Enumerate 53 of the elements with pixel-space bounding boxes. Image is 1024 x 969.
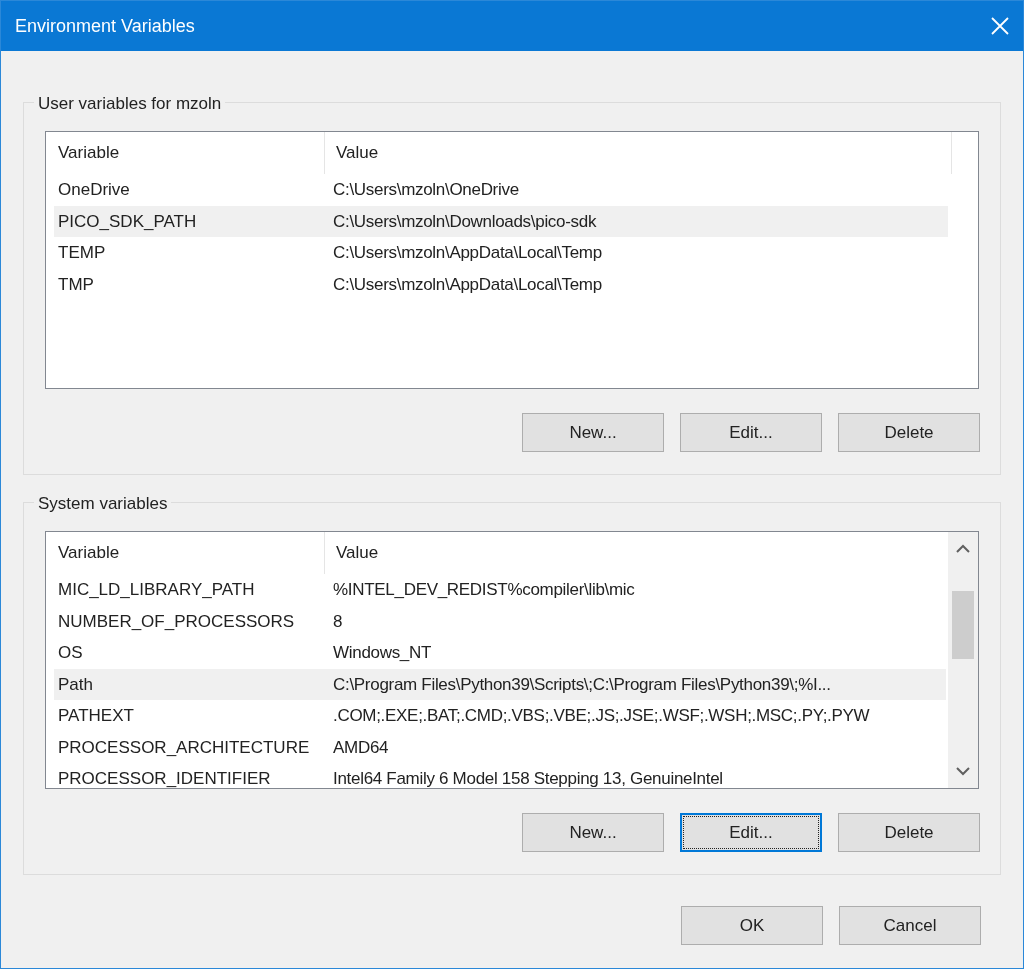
variable-name: PATHEXT xyxy=(57,705,135,727)
list-action-button[interactable]: New... xyxy=(522,813,664,852)
variable-name: PROCESSOR_ARCHITECTURE xyxy=(57,736,311,759)
variable-value: C:\Users\mzoln\OneDrive xyxy=(333,179,519,201)
variable-value: AMD64 xyxy=(333,736,389,759)
variables-list[interactable] xyxy=(45,531,979,789)
variable-row[interactable]: MIC_LD_LIBRARY_PATH %INTEL_DEV_REDIST%compiler\lib\mic xyxy=(54,574,946,606)
variable-row[interactable]: PATHEXT .COM;.EXE;.BAT;.CMD;.VBS;.VBE;.JS;.JSE;.WSF;.WSH;.MSC;.PY;.PYW xyxy=(54,700,946,732)
scroll-thumb[interactable] xyxy=(952,591,974,659)
close-icon xyxy=(991,17,1009,35)
variable-value: C:\Users\mzoln\AppData\Local\Temp xyxy=(333,273,602,296)
variable-name: OneDrive xyxy=(57,179,131,201)
variable-row[interactable]: PROCESSOR_ARCHITECTURE AMD64 xyxy=(54,731,946,763)
variable-row[interactable]: TMP C:\Users\mzoln\AppData\Local\Temp xyxy=(54,268,948,300)
variable-row[interactable]: Path C:\Program Files\Python39\Scripts\;C:\Program Files\Python39\;%I... xyxy=(54,668,946,700)
scrollbar[interactable] xyxy=(948,532,978,788)
variable-name: PROCESSOR_IDENTIFIER xyxy=(57,768,272,788)
variable-value: C:\Users\mzoln\AppData\Local\Temp xyxy=(333,242,602,264)
variable-row[interactable]: PICO_SDK_PATH C:\Users\mzoln\Downloads\pico-sdk xyxy=(54,205,948,237)
list-action-button[interactable]: Delete xyxy=(838,413,980,452)
variable-name: TEMP xyxy=(57,242,107,264)
dialog-button[interactable]: Cancel xyxy=(839,906,981,945)
variable-value: %INTEL_DEV_REDIST%compiler\lib\mic xyxy=(333,579,635,601)
variable-name: PICO_SDK_PATH xyxy=(57,210,198,233)
variable-name: OS xyxy=(57,642,84,664)
variable-row[interactable]: PROCESSOR_IDENTIFIER Intel64 Family 6 Model 158 Stepping 13, GenuineIntel xyxy=(54,763,946,788)
variable-name: Path xyxy=(57,673,94,696)
column-header[interactable]: Value xyxy=(325,132,952,174)
variable-row[interactable]: OS Windows_NT xyxy=(54,637,946,669)
variable-value: C:\Users\mzoln\Downloads\pico-sdk xyxy=(333,210,597,233)
variable-value: Intel64 Family 6 Model 158 Stepping 13, GenuineIntel xyxy=(333,768,723,788)
variable-name: MIC_LD_LIBRARY_PATH xyxy=(57,579,256,601)
variable-name: TMP xyxy=(57,273,95,296)
variable-value: 8 xyxy=(333,610,343,633)
scroll-down-icon[interactable] xyxy=(956,767,970,776)
list-action-button[interactable]: Delete xyxy=(838,813,980,852)
list-action-button[interactable]: Edit... xyxy=(680,413,822,452)
variable-row[interactable]: OneDrive C:\Users\mzoln\OneDrive xyxy=(54,174,948,206)
list-action-button[interactable]: New... xyxy=(522,413,664,452)
column-header[interactable]: Variable xyxy=(46,132,325,174)
variable-value: Windows_NT xyxy=(333,642,432,664)
scroll-up-icon[interactable] xyxy=(956,544,970,553)
variable-row[interactable]: NUMBER_OF_PROCESSORS 8 xyxy=(54,605,946,637)
variable-value: .COM;.EXE;.BAT;.CMD;.VBS;.VBE;.JS;.JSE;.WSF;.WSH;.MSC;.PY;.PYW xyxy=(333,705,870,727)
variable-value: C:\Program Files\Python39\Scripts\;C:\Program Files\Python39\;%I... xyxy=(333,673,831,696)
variable-name: NUMBER_OF_PROCESSORS xyxy=(57,610,296,633)
column-header[interactable]: Variable xyxy=(46,532,325,574)
dialog-button[interactable]: OK xyxy=(681,906,823,945)
column-header[interactable]: Value xyxy=(325,532,948,574)
variables-list[interactable]: Variable Value OneDrive C:\Users\mzoln\OneDrive PICO_SDK_PATH C:\Users\mzoln\Downloads\pico-sdk TEMP C:\Users\mzoln\AppData\Local\Temp TMP C:\Users\mzoln\AppData\Local\Temp xyxy=(45,131,979,389)
window-title: Environment Variables xyxy=(14,14,195,38)
variable-row[interactable]: TEMP C:\Users\mzoln\AppData\Local\Temp xyxy=(54,237,948,269)
list-action-button[interactable]: Edit... xyxy=(680,813,822,852)
